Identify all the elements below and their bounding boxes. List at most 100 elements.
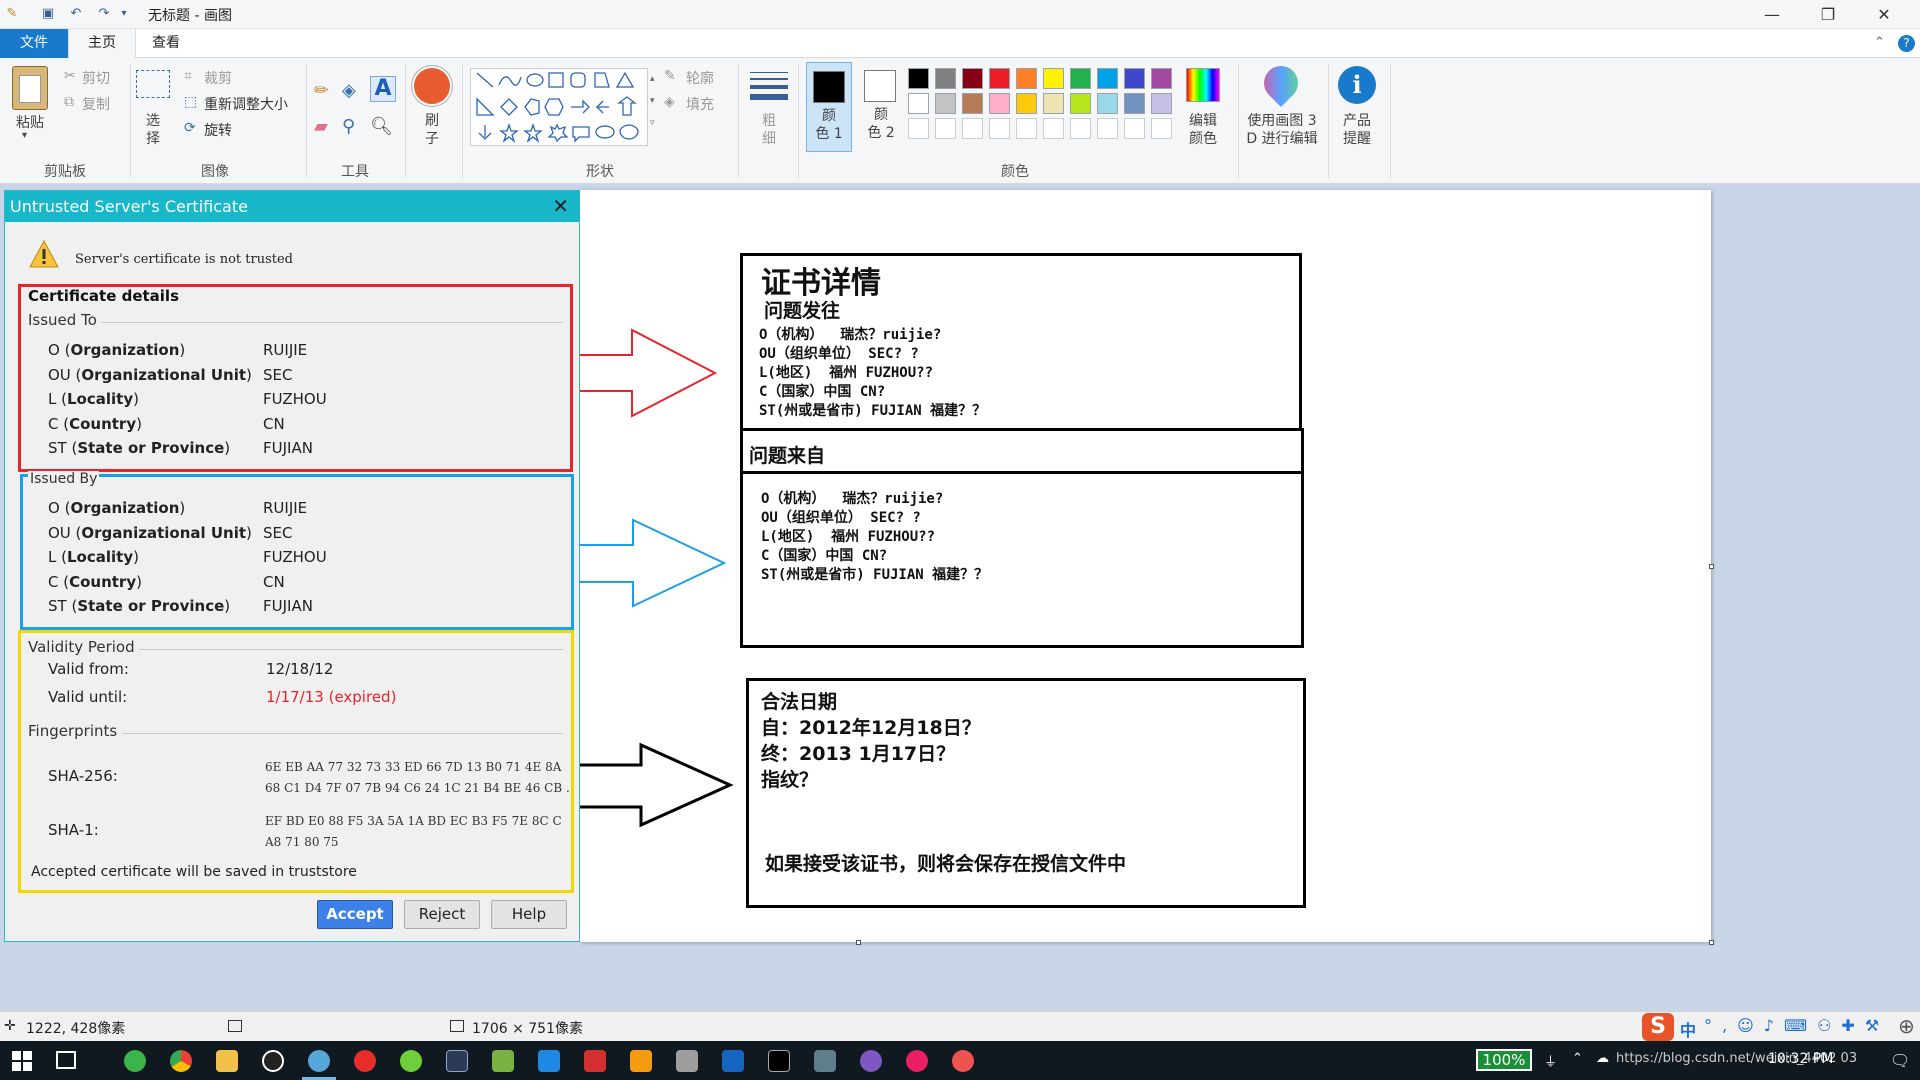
- palette-color-swatch[interactable]: [1097, 93, 1118, 114]
- iqiyi-icon[interactable]: [400, 1050, 422, 1072]
- windows-start-icon[interactable]: [12, 1051, 32, 1071]
- palette-color-swatch[interactable]: [1016, 93, 1037, 114]
- custom-color-slot[interactable]: [1070, 118, 1091, 139]
- notepad-icon[interactable]: [492, 1050, 514, 1072]
- resize-handle-bottom[interactable]: [856, 940, 861, 945]
- task-view-icon[interactable]: [56, 1051, 76, 1069]
- tab-home[interactable]: 主页: [68, 29, 136, 59]
- app-icon[interactable]: [584, 1050, 606, 1072]
- dialog-close-icon[interactable]: ✕: [552, 191, 569, 222]
- palette-color-swatch[interactable]: [989, 93, 1010, 114]
- select-button[interactable]: 选 择: [136, 112, 170, 148]
- close-button[interactable]: ✕: [1856, 0, 1912, 29]
- paste-dropdown-icon[interactable]: ▾: [22, 130, 27, 141]
- snipping-tool-icon[interactable]: [676, 1050, 698, 1072]
- palette-color-swatch[interactable]: [1124, 68, 1145, 89]
- brushes-button[interactable]: 刷 子: [414, 112, 450, 148]
- paint-taskbar-icon[interactable]: [308, 1050, 330, 1072]
- chrome-icon[interactable]: [170, 1050, 192, 1072]
- custom-color-slot[interactable]: [1124, 118, 1145, 139]
- color2-button[interactable]: 颜 色 2: [858, 62, 904, 152]
- tab-file[interactable]: 文件: [0, 29, 68, 58]
- color1-button[interactable]: 颜 色 1: [806, 62, 852, 152]
- edit-colors-icon[interactable]: [1186, 68, 1220, 102]
- clock[interactable]: 10:32 PM: [1768, 1051, 1833, 1067]
- qq-icon[interactable]: [262, 1050, 284, 1072]
- palette-color-swatch[interactable]: [1016, 68, 1037, 89]
- help-icon[interactable]: ?: [1898, 35, 1915, 52]
- calculator-icon[interactable]: [814, 1050, 836, 1072]
- palette-color-swatch[interactable]: [1097, 68, 1118, 89]
- custom-color-slot[interactable]: [1097, 118, 1118, 139]
- outline-button[interactable]: 轮廓: [686, 68, 714, 88]
- brush-icon[interactable]: [412, 66, 452, 106]
- palette-color-swatch[interactable]: [1043, 68, 1064, 89]
- size-icon[interactable]: [750, 72, 788, 100]
- palette-color-swatch[interactable]: [908, 93, 929, 114]
- accept-button[interactable]: Accept: [317, 900, 393, 929]
- app-icon[interactable]: [860, 1050, 882, 1072]
- palette-color-swatch[interactable]: [1151, 93, 1172, 114]
- palette-color-swatch[interactable]: [908, 68, 929, 89]
- battery-indicator[interactable]: 100%: [1476, 1049, 1532, 1071]
- pencil-icon[interactable]: ✏: [314, 80, 329, 101]
- palette-color-swatch[interactable]: [962, 68, 983, 89]
- app-icon[interactable]: [952, 1050, 974, 1072]
- custom-color-slot[interactable]: [1043, 118, 1064, 139]
- redo-icon[interactable]: ↷: [96, 6, 112, 22]
- resize-grip-icon[interactable]: ⊕: [1898, 1014, 1915, 1038]
- app-icon[interactable]: [906, 1050, 928, 1072]
- crop-button[interactable]: 裁剪: [204, 68, 232, 88]
- color-picker-icon[interactable]: ⚲: [342, 116, 355, 137]
- undo-icon[interactable]: ↶: [68, 6, 84, 22]
- fill-button[interactable]: 填充: [686, 94, 714, 114]
- custom-color-slot[interactable]: [908, 118, 929, 139]
- custom-color-slot[interactable]: [935, 118, 956, 139]
- palette-color-swatch[interactable]: [1070, 68, 1091, 89]
- custom-color-slot[interactable]: [989, 118, 1010, 139]
- text-icon[interactable]: A: [370, 76, 396, 102]
- maximize-button[interactable]: ❐: [1800, 0, 1856, 29]
- sha256-value[interactable]: 6E EB AA 77 32 73 33 ED 66 7D 13 B0 71 4…: [265, 757, 571, 799]
- palette-color-swatch[interactable]: [1043, 93, 1064, 114]
- custom-color-slot[interactable]: [1016, 118, 1037, 139]
- edit-colors-button[interactable]: 编辑 颜色: [1180, 112, 1226, 148]
- palette-color-swatch[interactable]: [935, 68, 956, 89]
- palette-color-swatch[interactable]: [1124, 93, 1145, 114]
- ime-mode-indicator[interactable]: 中: [1680, 1017, 1696, 1041]
- palette-color-swatch[interactable]: [989, 68, 1010, 89]
- eraser-icon[interactable]: ▰: [314, 116, 328, 137]
- file-explorer-icon[interactable]: [216, 1050, 238, 1072]
- resize-handle-corner[interactable]: [1709, 940, 1714, 945]
- network-icon[interactable]: ☁: [1596, 1051, 1609, 1066]
- reject-button[interactable]: Reject: [404, 900, 480, 929]
- sha1-value[interactable]: EF BD E0 88 F5 3A 5A 1A BD EC B3 F5 7E 8…: [265, 811, 571, 853]
- shapes-gallery[interactable]: [470, 68, 648, 146]
- help-button[interactable]: Help: [491, 900, 567, 929]
- cut-button[interactable]: 剪切: [82, 68, 110, 88]
- magnifier-icon[interactable]: 🔍︎: [370, 116, 393, 137]
- paint3d-icon[interactable]: [1256, 58, 1306, 108]
- palette-color-swatch[interactable]: [1151, 68, 1172, 89]
- paste-button[interactable]: 粘贴: [8, 112, 52, 132]
- palette-color-swatch[interactable]: [1070, 93, 1091, 114]
- edit-with-paint3d-button[interactable]: 使用画图 3 D 进行编辑: [1242, 112, 1322, 148]
- tray-expand-icon[interactable]: ⌃: [1572, 1051, 1583, 1066]
- custom-color-slot[interactable]: [1151, 118, 1172, 139]
- save-icon[interactable]: ▣: [40, 6, 56, 22]
- resize-button[interactable]: 重新调整大小: [204, 94, 288, 114]
- info-icon[interactable]: i: [1338, 66, 1376, 104]
- rotate-button[interactable]: 旋转: [204, 120, 232, 140]
- copy-button[interactable]: 复制: [82, 94, 110, 114]
- sogou-ime-icon[interactable]: S: [1642, 1013, 1674, 1041]
- sublime-icon[interactable]: [630, 1050, 652, 1072]
- vscode-icon[interactable]: [722, 1050, 744, 1072]
- tab-view[interactable]: 查看: [136, 29, 196, 58]
- product-alert-button[interactable]: 产品 提醒: [1334, 112, 1380, 148]
- collapse-ribbon-icon[interactable]: ⌃: [1874, 35, 1885, 50]
- wechat-icon[interactable]: [124, 1050, 146, 1072]
- action-center-icon[interactable]: 🗨︎: [1890, 1051, 1910, 1070]
- app-icon[interactable]: [538, 1050, 560, 1072]
- minimize-button[interactable]: —: [1744, 0, 1800, 29]
- size-button[interactable]: 粗 细: [752, 112, 786, 148]
